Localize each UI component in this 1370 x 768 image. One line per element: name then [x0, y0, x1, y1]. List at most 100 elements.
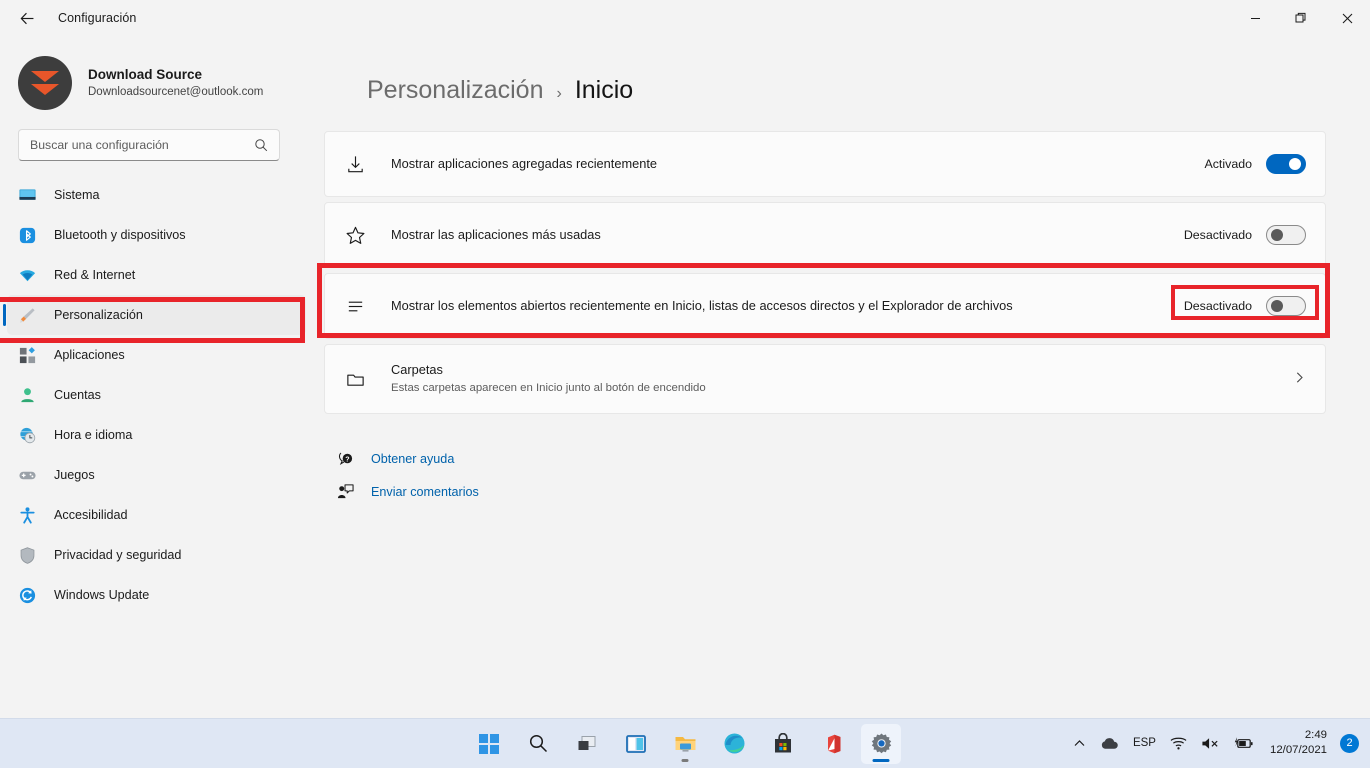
tray-date: 12/07/2021 [1269, 744, 1327, 756]
taskbar-icons [469, 723, 901, 764]
taskbar-search-button[interactable] [518, 724, 558, 764]
sidebar-item-label: Juegos [54, 468, 95, 482]
sidebar-item-label: Bluetooth y dispositivos [54, 228, 186, 242]
search-input[interactable] [19, 138, 254, 152]
taskbar-office-button[interactable] [812, 724, 852, 764]
setting-title: Mostrar los elementos abiertos recientem… [391, 298, 1013, 313]
setting-row-texts: Carpetas Estas carpetas aparecen en Inic… [391, 361, 1293, 397]
toggle-knob [1271, 229, 1283, 241]
breadcrumb: Personalización › Inicio [320, 36, 1370, 105]
settings-card: Carpetas Estas carpetas aparecen en Inic… [324, 344, 1326, 414]
toggle-most-used-apps[interactable] [1266, 225, 1306, 245]
list-icon [343, 296, 367, 317]
search-box[interactable] [18, 129, 280, 161]
title-bar: Configuración [0, 0, 1370, 36]
tray-onedrive-button[interactable] [1093, 724, 1126, 762]
sidebar-item-personalizacion[interactable]: Personalización [3, 295, 306, 335]
paintbrush-icon [16, 304, 38, 326]
setting-row-texts: Mostrar los elementos abiertos recientem… [391, 297, 1184, 315]
sidebar-item-red-internet[interactable]: Red & Internet [7, 255, 306, 295]
taskbar-file-explorer-button[interactable] [665, 724, 705, 764]
setting-row-folders[interactable]: Carpetas Estas carpetas aparecen en Inic… [325, 345, 1325, 413]
sidebar-item-label: Privacidad y seguridad [54, 548, 182, 562]
tray-volume-button[interactable] [1194, 724, 1227, 762]
sidebar-item-privacidad[interactable]: Privacidad y seguridad [7, 535, 306, 575]
download-icon [343, 154, 367, 175]
sidebar-item-accesibilidad[interactable]: Accesibilidad [7, 495, 306, 535]
taskbar-widgets-button[interactable] [616, 724, 656, 764]
sidebar-item-hora-idioma[interactable]: Hora e idioma [7, 415, 306, 455]
office-icon [828, 734, 841, 753]
taskbar-edge-button[interactable] [714, 724, 754, 764]
tray-time: 2:49 [1304, 729, 1327, 741]
minimize-button[interactable] [1232, 0, 1278, 36]
tray-notification-badge[interactable]: 2 [1340, 733, 1359, 753]
wifi-icon [1170, 737, 1187, 749]
setting-title: Carpetas [391, 362, 443, 377]
toggle-recently-added-apps[interactable] [1266, 154, 1306, 174]
folder-icon [343, 369, 367, 390]
apps-icon [16, 344, 38, 366]
taskbar-start-button[interactable] [469, 724, 509, 764]
link-enviar-comentarios[interactable]: Enviar comentarios [324, 475, 1370, 508]
close-button[interactable] [1324, 0, 1370, 36]
shield-icon [16, 544, 38, 566]
start-icon [479, 733, 499, 754]
settings-icon [871, 733, 891, 754]
profile-card[interactable]: Download Source Downloadsourcenet@outloo… [0, 36, 320, 110]
person-icon [16, 384, 38, 406]
sidebar-item-cuentas[interactable]: Cuentas [7, 375, 306, 415]
cloud-icon [1101, 737, 1118, 749]
tray-overflow-button[interactable] [1066, 724, 1093, 762]
sidebar: Download Source Downloadsourcenet@outloo… [0, 36, 320, 718]
sidebar-item-label: Sistema [54, 188, 100, 202]
sidebar-item-label: Accesibilidad [54, 508, 128, 522]
settings-card-highlighted: Mostrar los elementos abiertos recientem… [324, 273, 1326, 339]
chevron-up-icon [1074, 739, 1085, 746]
taskbar-store-button[interactable] [763, 724, 803, 764]
breadcrumb-parent[interactable]: Personalización [367, 76, 544, 105]
taskbar-settings-button[interactable] [861, 723, 901, 764]
search-icon [254, 138, 268, 152]
back-button[interactable] [10, 3, 44, 33]
close-icon [1342, 13, 1352, 23]
tray-network-button[interactable] [1163, 724, 1194, 762]
clock-globe-icon [16, 424, 38, 446]
settings-list: Mostrar aplicaciones agregadas recientem… [324, 131, 1326, 414]
battery-charging-icon [1234, 736, 1253, 748]
setting-row-texts: Mostrar las aplicaciones más usadas [391, 226, 1184, 244]
maximize-button[interactable] [1278, 0, 1324, 36]
setting-title: Mostrar aplicaciones agregadas recientem… [391, 156, 658, 171]
sidebar-item-label: Hora e idioma [54, 428, 133, 442]
avatar-chevron-icon [31, 71, 59, 82]
sidebar-item-label: Red & Internet [54, 268, 136, 282]
sidebar-nav: Sistema Bluetooth y dispositivos Red & I… [0, 175, 320, 615]
toggle-recently-opened-items[interactable] [1266, 296, 1306, 316]
sidebar-item-sistema[interactable]: Sistema [7, 175, 306, 215]
star-icon [343, 225, 367, 246]
avatar [18, 56, 72, 110]
setting-row-recently-opened-items[interactable]: Mostrar los elementos abiertos recientem… [325, 274, 1325, 338]
sidebar-item-juegos[interactable]: Juegos [7, 455, 306, 495]
tray-clock[interactable]: 2:49 12/07/2021 [1261, 724, 1336, 762]
tray-language-indicator[interactable]: ESP [1126, 724, 1163, 762]
task-view-icon [578, 735, 596, 750]
link-obtener-ayuda[interactable]: ? Obtener ayuda [324, 442, 1370, 475]
chevron-right-icon [1293, 371, 1306, 387]
accessibility-icon [16, 504, 38, 526]
minimize-icon [1250, 17, 1260, 19]
sidebar-item-aplicaciones[interactable]: Aplicaciones [7, 335, 306, 375]
sidebar-item-bluetooth[interactable]: Bluetooth y dispositivos [7, 215, 306, 255]
sidebar-item-label: Cuentas [54, 388, 101, 402]
taskbar-task-view-button[interactable] [567, 724, 607, 764]
feedback-icon [334, 483, 356, 500]
profile-name: Download Source [88, 66, 203, 82]
tray-battery-button[interactable] [1227, 724, 1261, 762]
wifi-icon [16, 264, 38, 286]
setting-row-most-used-apps[interactable]: Mostrar las aplicaciones más usadas Desa… [325, 203, 1325, 267]
setting-row-recently-added-apps[interactable]: Mostrar aplicaciones agregadas recientem… [325, 132, 1325, 196]
settings-card: Mostrar aplicaciones agregadas recientem… [324, 131, 1326, 197]
setting-control: Activado [1204, 154, 1306, 174]
sidebar-item-windows-update[interactable]: Windows Update [7, 575, 306, 615]
setting-row-texts: Mostrar aplicaciones agregadas recientem… [391, 155, 1204, 173]
